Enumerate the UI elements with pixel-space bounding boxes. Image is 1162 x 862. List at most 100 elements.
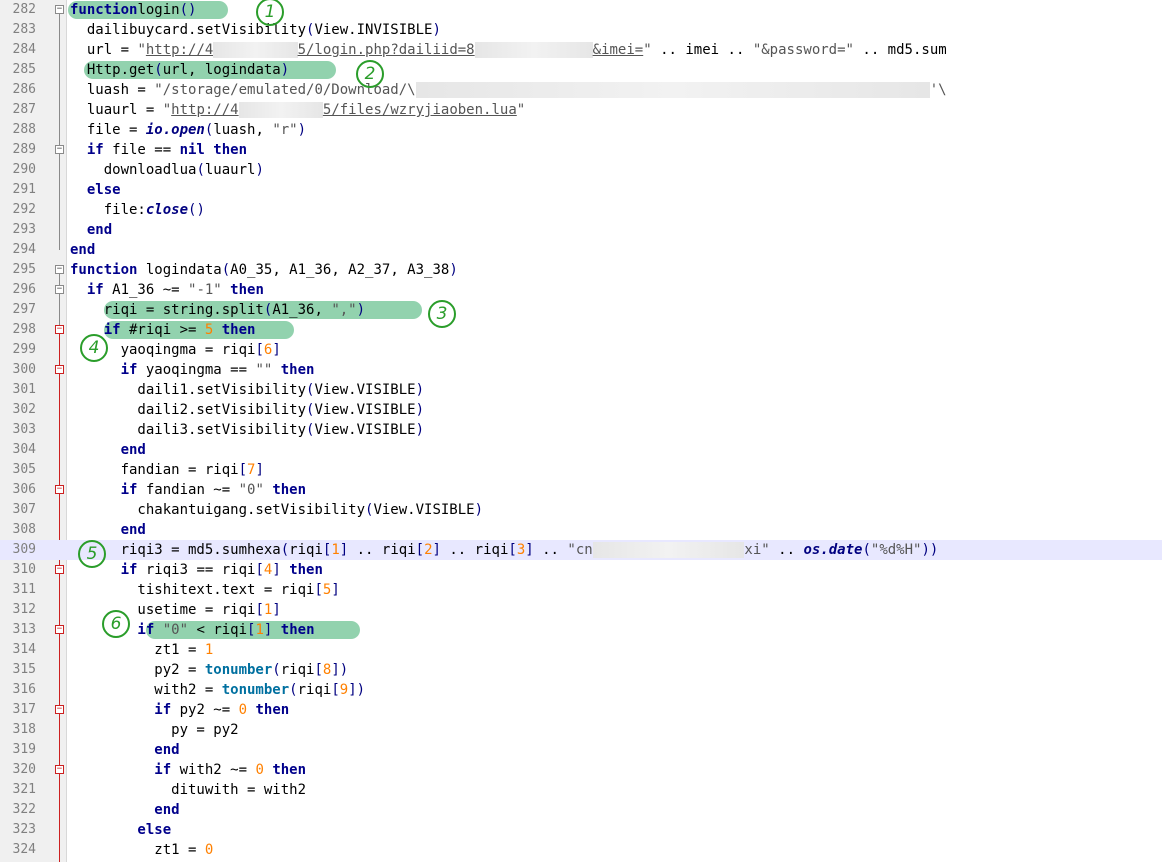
line-number: 287 [12, 102, 36, 117]
code-line[interactable]: 300 − if yaoqingma == "" then [0, 360, 1162, 380]
line-number: 284 [12, 42, 36, 57]
code-line[interactable]: 310 − if riqi3 == riqi[4] then [0, 560, 1162, 580]
fold-toggle-icon[interactable]: − [55, 365, 64, 374]
code-token: () [179, 2, 197, 18]
code-line[interactable]: 302 daili2.setVisibility(View.VISIBLE) [0, 400, 1162, 420]
code-line[interactable]: 305 fandian = riqi[7] [0, 460, 1162, 480]
code-line[interactable]: 309 riqi3 = md5.sumhexa(riqi[1] .. riqi[… [0, 540, 1162, 560]
code-line[interactable]: 291 else [0, 180, 1162, 200]
code-text: if file == nil then [70, 140, 247, 160]
code-editor[interactable]: 282− functionlogin() 283 dailibuycard.setV… [0, 0, 1162, 862]
code-line[interactable]: 319 end [0, 740, 1162, 760]
fold-toggle-icon[interactable]: − [55, 705, 64, 714]
code-line[interactable]: 318 py = py2 [0, 720, 1162, 740]
fold-toggle-icon[interactable]: − [55, 285, 64, 294]
code-token: url, logindata [162, 62, 281, 78]
line-number: 318 [12, 722, 36, 737]
code-line[interactable]: 294 end [0, 240, 1162, 260]
code-token: chakantuigang.setVisibility [70, 502, 366, 518]
code-token: end [70, 742, 180, 758]
code-line[interactable]: 324 zt1 = 0 [0, 840, 1162, 860]
code-text: Http.get(url, logindata) [70, 60, 289, 80]
code-line[interactable]: 303 daili3.setVisibility(View.VISIBLE) [0, 420, 1162, 440]
code-text: with2 = tonumber(riqi[9]) [70, 680, 365, 700]
code-token: with2 ~= [171, 762, 256, 778]
fold-toggle-icon[interactable]: − [55, 5, 64, 14]
code-line[interactable]: 282 − functionlogin() [0, 0, 1162, 20]
fold-toggle-icon[interactable]: − [55, 625, 64, 634]
code-line[interactable]: 317 − if py2 ~= 0 then [0, 700, 1162, 720]
code-token: )) [921, 542, 939, 558]
code-token: .. imei .. [651, 42, 753, 58]
line-number: 302 [12, 402, 36, 417]
code-line[interactable]: 295 − function logindata(A0_35, A1_36, A2_… [0, 260, 1162, 280]
line-number: 293 [12, 222, 36, 237]
code-line[interactable]: 304 end [0, 440, 1162, 460]
code-token: ]) [348, 682, 366, 698]
line-number: 289 [12, 142, 36, 157]
code-line[interactable]: 298− if #riqi >= 5 then [0, 320, 1162, 340]
code-token: ( [196, 162, 205, 178]
fold-toggle-icon[interactable]: − [55, 265, 64, 274]
code-line[interactable]: 323 else [0, 820, 1162, 840]
code-token: "-1" [188, 282, 222, 298]
code-line[interactable]: 311 tishitext.text = riqi[5] [0, 580, 1162, 600]
code-token: yaoqingma == [137, 362, 256, 378]
code-token: end [70, 222, 113, 238]
code-line[interactable]: 312 usetime = riqi[1] [0, 600, 1162, 620]
code-text: py = py2 [70, 720, 238, 740]
annotation-badge-6: 6 [102, 610, 130, 638]
code-text: dituwith = with2 [70, 780, 306, 800]
code-line[interactable]: 301 daili1.setVisibility(View.VISIBLE) [0, 380, 1162, 400]
code-line[interactable]: 293 end [0, 220, 1162, 240]
code-line[interactable]: 321 dituwith = with2 [0, 780, 1162, 800]
code-token: ( [280, 542, 290, 558]
code-line[interactable]: 299 yaoqingma = riqi[6] [0, 340, 1162, 360]
code-token: fandian ~= [137, 482, 239, 498]
code-token: end [70, 242, 96, 258]
code-token: riqi3 == riqi [137, 562, 256, 578]
code-line[interactable]: 285 Http.get(url, logindata) [0, 60, 1162, 80]
code-text: usetime = riqi[1] [70, 600, 280, 620]
code-line[interactable]: 287 luaurl = "http://4 5/files/wzryjiaob… [0, 100, 1162, 120]
fold-toggle-icon[interactable]: − [55, 565, 64, 574]
code-token: ) [432, 22, 441, 38]
code-line[interactable]: 314 zt1 = 1 [0, 640, 1162, 660]
code-line[interactable]: 322 end [0, 800, 1162, 820]
code-token: &imei= [592, 42, 644, 58]
code-line[interactable]: 296 − if A1_36 ~= "-1" then [0, 280, 1162, 300]
code-token: ] [331, 582, 340, 598]
fold-toggle-icon[interactable]: − [55, 325, 64, 334]
code-line[interactable]: 297 riqi = string.split(A1_36, ",") [0, 300, 1162, 320]
code-line[interactable]: 307 chakantuigang.setVisibility(View.VIS… [0, 500, 1162, 520]
code-token: tonumber [221, 682, 290, 698]
code-line[interactable]: 306 − if fandian ~= "0" then [0, 480, 1162, 500]
code-token: 0 [255, 762, 264, 778]
fold-toggle-icon[interactable]: − [55, 485, 64, 494]
code-line[interactable]: 284 url = "http://4 5/login.php?dailiid=… [0, 40, 1162, 60]
line-number: 296 [12, 282, 36, 297]
fold-toggle-icon[interactable]: − [55, 765, 64, 774]
code-token: ) [449, 262, 458, 278]
code-line[interactable]: 313− if "0" < riqi[1] then [0, 620, 1162, 640]
code-line[interactable]: 286 luash = "/storage/emulated/0/Downloa… [0, 80, 1162, 100]
code-token: " [162, 102, 172, 118]
code-text: downloadlua(luaurl) [70, 160, 264, 180]
code-line[interactable]: 288 file = io.open(luash, "r") [0, 120, 1162, 140]
code-line[interactable]: 283 dailibuycard.setVisibility(View.INVI… [0, 20, 1162, 40]
fold-toggle-icon[interactable]: − [55, 145, 64, 154]
code-line[interactable]: 316 with2 = tonumber(riqi[9]) [0, 680, 1162, 700]
line-number: 286 [12, 82, 36, 97]
code-token: then [247, 702, 290, 718]
code-line[interactable]: 289 − if file == nil then [0, 140, 1162, 160]
code-token: ] [272, 562, 281, 578]
line-number: 304 [12, 442, 36, 457]
code-line[interactable]: 292 file:close() [0, 200, 1162, 220]
code-line[interactable]: 315 py2 = tonumber(riqi[8]) [0, 660, 1162, 680]
code-token: http://4 [171, 102, 239, 118]
code-text: file = io.open(luash, "r") [70, 120, 306, 140]
code-token: file == [103, 142, 180, 158]
code-line[interactable]: 308 end [0, 520, 1162, 540]
code-line[interactable]: 290 downloadlua(luaurl) [0, 160, 1162, 180]
code-line[interactable]: 320 − if with2 ~= 0 then [0, 760, 1162, 780]
